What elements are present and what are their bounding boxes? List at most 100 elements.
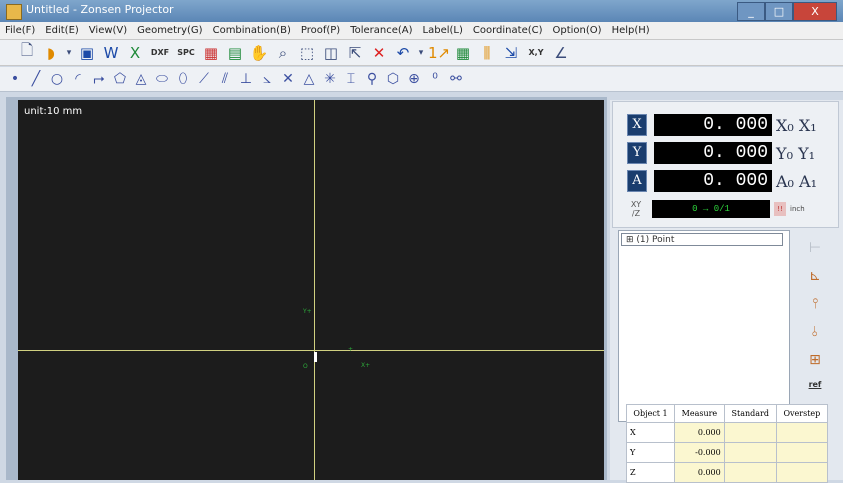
a-units-label[interactable]: A₀ A₁ (776, 172, 817, 191)
measure-tool-icon[interactable]: 1↗ (428, 42, 450, 64)
inch-toggle[interactable]: inch (790, 205, 805, 213)
undo-dropdown-icon[interactable]: ▾ (416, 42, 426, 64)
point-icon[interactable]: • (6, 69, 24, 89)
menu-geometry[interactable]: Geometry(G) (132, 25, 207, 36)
menu-combination[interactable]: Combination(B) (208, 25, 296, 36)
vertical-distance-icon[interactable]: ⫯ (800, 296, 830, 318)
row-label: Y (625, 442, 676, 463)
overstep-cell[interactable] (775, 442, 829, 463)
multi-circle-icon[interactable]: ⁰ (426, 69, 444, 89)
dxf-button[interactable]: DXF (148, 42, 172, 64)
origin-set-icon[interactable]: ⊾ (800, 268, 830, 290)
star-icon[interactable]: ✳ (321, 69, 339, 89)
close-button[interactable]: X (793, 2, 837, 21)
angle-bisector-icon[interactable]: △ (300, 69, 318, 89)
x-axis-line (18, 350, 604, 351)
stats-icon[interactable]: ▤ (224, 42, 246, 64)
xy-z-icon[interactable]: XY/Z (627, 200, 645, 218)
header-object: Object 1 (625, 404, 676, 423)
slot-icon[interactable]: ⬯ (174, 69, 192, 89)
zoom-icon[interactable]: ⌕ (272, 42, 294, 64)
feature-select-dropdown[interactable]: ⊞ (1) Point (621, 233, 783, 246)
perpendicular-icon[interactable]: ⊥ (237, 69, 255, 89)
polyline-icon[interactable]: ⮣ (90, 69, 108, 89)
new-file-icon[interactable]: 🗋 (16, 41, 38, 64)
drawing-canvas[interactable]: unit:10 mm Y+ O + X+ (18, 100, 604, 480)
ref-icon[interactable]: ref (800, 380, 830, 402)
arc-icon[interactable]: ◜ (69, 69, 87, 89)
datum-icon[interactable]: ⊞ (800, 352, 830, 374)
cursor-select-icon[interactable]: ⇱ (344, 42, 366, 64)
line-icon[interactable]: ╱ (27, 69, 45, 89)
open-file-icon[interactable]: ◗ (40, 42, 62, 64)
intersection-icon[interactable]: ✕ (279, 69, 297, 89)
columns-icon[interactable]: ⫼ (476, 42, 498, 64)
title-bar: Untitled - Zonsen Projector _ □ X (0, 0, 843, 22)
overstep-cell[interactable] (775, 422, 829, 443)
menu-proof[interactable]: Proof(P) (296, 25, 345, 36)
header-measure: Measure (674, 404, 725, 423)
triangle-icon[interactable]: ◬ (132, 69, 150, 89)
export-icon[interactable]: ⇲ (500, 42, 522, 64)
x-value-display: 0. 000 (654, 114, 772, 136)
window-controls: _ □ X (737, 2, 837, 21)
xy-button[interactable]: X,Y (524, 42, 548, 64)
feature-list-panel[interactable]: ⊞ (1) Point (618, 230, 790, 422)
hand-pan-icon[interactable]: ✋ (248, 42, 270, 64)
menu-option[interactable]: Option(O) (548, 25, 607, 36)
a-value-display: 0. 000 (654, 170, 772, 192)
maximize-button[interactable]: □ (765, 2, 793, 21)
counter-row: XY/Z 0 → 0/1 !! inch (627, 199, 805, 219)
parallel-line-icon[interactable]: ⫽ (216, 69, 234, 89)
fit-view-icon[interactable]: ◫ (320, 42, 342, 64)
dropdown-toggle-icon[interactable]: ⊞ (626, 235, 634, 245)
ellipse-icon[interactable]: ⬭ (153, 69, 171, 89)
x-axis-marker: X+ (361, 362, 371, 369)
dropdown-arrow-icon[interactable]: ▾ (64, 42, 74, 64)
polygon-fit-icon[interactable]: ⬡ (384, 69, 402, 89)
x-units-label[interactable]: X₀ X₁ (776, 116, 817, 135)
delete-icon[interactable]: ✕ (368, 42, 390, 64)
coordinate-axes-icon[interactable]: ⊢ (800, 240, 830, 262)
menu-file[interactable]: File(F) (0, 25, 40, 36)
save-icon[interactable]: ▣ (76, 42, 98, 64)
info-icon[interactable]: !! (774, 202, 786, 216)
feature-selected: (1) Point (636, 235, 675, 245)
results-table: Object 1 Measure Standard Overstep X 0.0… (625, 404, 829, 483)
excel-export-icon[interactable]: X (124, 42, 146, 64)
x-badge: X (627, 114, 647, 136)
distance-icon[interactable]: ⌶ (342, 69, 360, 89)
origin-marker: O (303, 363, 308, 370)
table-row: Y -0.000 (625, 442, 829, 463)
spc-button[interactable]: SPC (174, 42, 198, 64)
menu-label[interactable]: Label(L) (418, 25, 468, 36)
symmetry-icon[interactable]: ⚲ (363, 69, 381, 89)
horizontal-distance-icon[interactable]: ⫰ (800, 324, 830, 346)
menu-coordinate[interactable]: Coordinate(C) (468, 25, 548, 36)
measure-cell[interactable]: -0.000 (674, 442, 725, 463)
menu-edit[interactable]: Edit(E) (40, 25, 84, 36)
undo-icon[interactable]: ↶ (392, 42, 414, 64)
y-readout-row: Y 0. 000 Y₀ Y₁ (627, 142, 815, 164)
polygon-icon[interactable]: ⬠ (111, 69, 129, 89)
measure-cell[interactable]: 0.000 (674, 422, 725, 443)
line-segment-icon[interactable]: ⟋ (195, 69, 213, 89)
select-region-icon[interactable]: ⬚ (296, 42, 318, 64)
combine-icon[interactable]: ⚯ (447, 69, 465, 89)
circle-fit-icon[interactable]: ⊕ (405, 69, 423, 89)
app-icon (6, 4, 22, 20)
menu-tolerance[interactable]: Tolerance(A) (345, 25, 417, 36)
y-units-label[interactable]: Y₀ Y₁ (776, 144, 815, 163)
grid-icon[interactable]: ▦ (452, 42, 474, 64)
y-axis-line (314, 100, 315, 480)
standard-cell[interactable] (723, 442, 777, 463)
circle-icon[interactable]: ○ (48, 69, 66, 89)
angle-icon[interactable]: ∠ (550, 42, 572, 64)
menu-view[interactable]: View(V) (84, 25, 132, 36)
chart-icon[interactable]: ▦ (200, 42, 222, 64)
standard-cell[interactable] (723, 422, 777, 443)
tangent-icon[interactable]: ⦣ (258, 69, 276, 89)
menu-help[interactable]: Help(H) (607, 25, 655, 36)
minimize-button[interactable]: _ (737, 2, 765, 21)
word-export-icon[interactable]: W (100, 42, 122, 64)
